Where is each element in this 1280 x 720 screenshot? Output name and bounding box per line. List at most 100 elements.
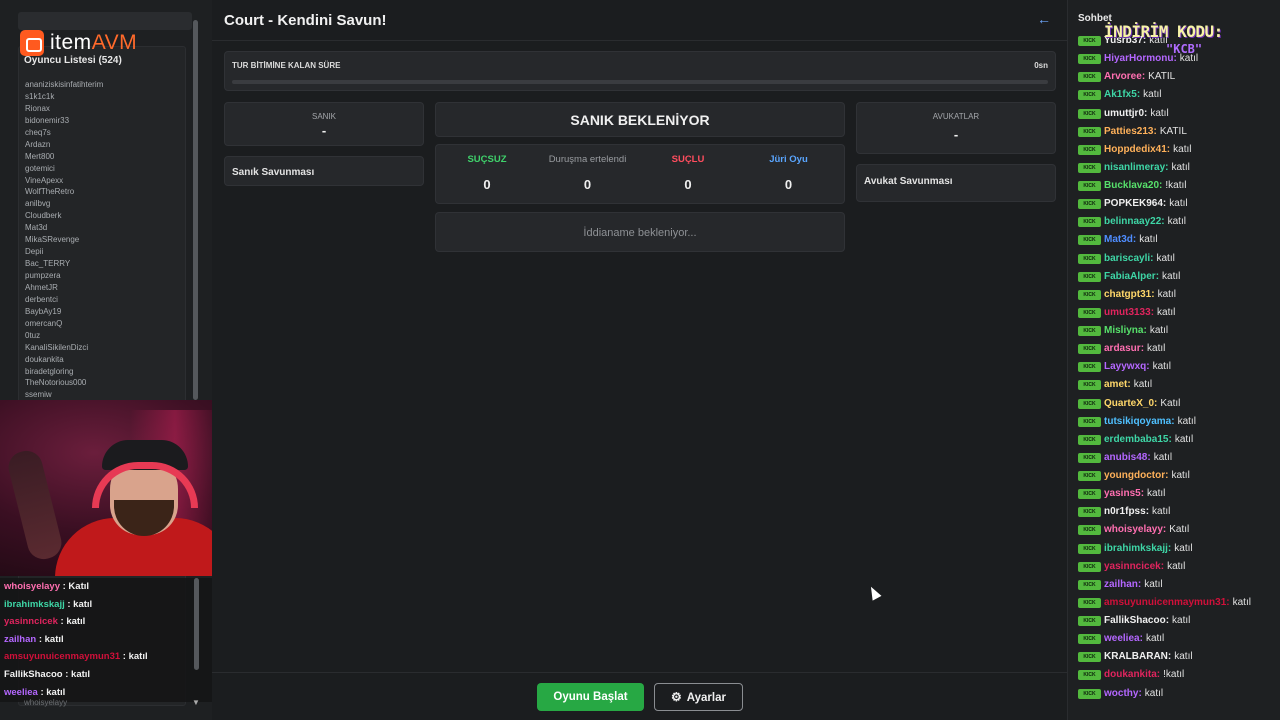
chat-username[interactable]: ardasur: [1104, 340, 1141, 358]
player-list-item[interactable]: Mert800: [25, 151, 103, 163]
chat-username[interactable]: FallikShacoo: [1104, 612, 1166, 630]
overlay-chat-message: : katıl: [64, 598, 93, 610]
chat-username[interactable]: nisanlimeray: [1104, 159, 1165, 177]
chat-message: KICK POPKEK964: katıl: [1078, 195, 1251, 213]
player-list-item[interactable]: cheq7s: [25, 127, 103, 139]
player-list-item[interactable]: VineApexx: [25, 175, 103, 187]
back-arrow-icon[interactable]: ←: [1037, 11, 1051, 27]
chat-username[interactable]: Hoppdedix41: [1104, 141, 1167, 159]
player-list-item[interactable]: Depii: [25, 246, 103, 258]
defendant-label: SANIK: [311, 112, 336, 121]
player-list-item[interactable]: TheNotorious000: [25, 377, 103, 389]
chat-username[interactable]: amet: [1104, 376, 1127, 394]
chat-username[interactable]: KRALBARAN: [1104, 648, 1168, 666]
chat-username[interactable]: erdembaba15: [1104, 431, 1168, 449]
chat-colon: :: [1161, 216, 1165, 228]
player-list-item[interactable]: derbentci: [25, 294, 103, 306]
overlay-scrollbar[interactable]: [194, 578, 199, 670]
player-list-scrollbar[interactable]: [193, 20, 198, 400]
chat-username[interactable]: youngdoctor: [1104, 467, 1165, 485]
overlay-chat-message: : katıl: [36, 633, 64, 645]
kick-badge-icon: KICK: [1078, 398, 1101, 409]
player-list-item[interactable]: ananiziskisinfatihterim: [25, 79, 103, 91]
chat-message: KICK Layywxq: katıl: [1078, 358, 1251, 376]
chat-colon: :: [1167, 542, 1172, 554]
overlay-chat-row: amsuyunuicenmaymun31 : katıl: [4, 651, 148, 662]
chat-username[interactable]: weeliea: [1104, 630, 1140, 648]
overlay-chat-message: : katıl: [37, 686, 66, 698]
chat-message: KICK bariscayli: katıl: [1078, 250, 1251, 268]
chat-username[interactable]: tutsikiqoyama: [1104, 413, 1171, 431]
chat-username[interactable]: Patties213: [1104, 123, 1153, 141]
chat-username[interactable]: Layywxq: [1104, 358, 1146, 376]
chat-username[interactable]: bariscayli: [1104, 250, 1150, 268]
overlay-chat-row: yasinncicek : katıl: [4, 616, 85, 627]
kick-badge-icon: KICK: [1078, 253, 1101, 264]
kick-badge-icon: KICK: [1078, 416, 1101, 427]
chat-username[interactable]: amsuyunuicenmaymun31: [1104, 594, 1226, 612]
player-list-item[interactable]: 0tuz: [25, 330, 103, 342]
chat-username[interactable]: FabiaAlper: [1104, 268, 1156, 286]
kick-badge-icon: KICK: [1078, 688, 1101, 699]
chat-username[interactable]: zailhan: [1104, 576, 1138, 594]
player-list-item[interactable]: Rionax: [25, 103, 103, 115]
player-list-item[interactable]: Bac_TERRY: [25, 258, 103, 270]
player-list-item[interactable]: omercanQ: [25, 318, 103, 330]
chat-username[interactable]: whoisyelayy: [1104, 521, 1163, 539]
chat-username[interactable]: Ak1fx5: [1104, 86, 1137, 104]
chat-username[interactable]: QuarteX_0: [1104, 395, 1154, 413]
chat-username[interactable]: anubis48: [1104, 449, 1147, 467]
chat-username[interactable]: ibrahimkskajj: [1104, 540, 1168, 558]
chat-username[interactable]: doukankita: [1104, 666, 1157, 684]
player-list-item[interactable]: WolfTheRetro: [25, 186, 103, 198]
kick-badge-icon: KICK: [1078, 54, 1101, 65]
settings-button[interactable]: ⚙ Ayarlar: [654, 683, 743, 711]
overlay-chat-message: : katıl: [62, 669, 91, 680]
player-list-item[interactable]: Cloudberk: [25, 210, 103, 222]
player-list-item[interactable]: KanaliSikilenDizci: [25, 342, 103, 354]
chat-colon: :: [1150, 306, 1155, 318]
player-list-item[interactable]: anilbvg: [25, 198, 103, 210]
player-list-item[interactable]: MikaSRevenge: [25, 234, 103, 246]
chat-username[interactable]: umut3133: [1104, 304, 1151, 322]
overlay-chat-user: weeliea: [4, 686, 38, 698]
overlay-chat-row: weeliea : katıl: [4, 687, 65, 698]
player-list-item[interactable]: Mat3d: [25, 222, 103, 234]
chat-username[interactable]: yasinncicek: [1104, 558, 1161, 576]
kick-badge-icon: KICK: [1078, 507, 1101, 518]
player-list-item[interactable]: biradetgloring: [25, 366, 103, 378]
chat-username[interactable]: HiyarHormonu: [1104, 50, 1173, 68]
lawyers-label: AVUKATLAR: [932, 112, 980, 121]
chat-colon: :: [1137, 578, 1142, 590]
chat-colon: :: [1151, 288, 1155, 300]
chat-username[interactable]: Mat3d: [1104, 231, 1133, 249]
player-list-item[interactable]: doukankita: [25, 354, 103, 366]
chat-username[interactable]: POPKEK964: [1104, 195, 1163, 213]
player-list-item[interactable]: Ardazn: [25, 139, 103, 151]
player-list-item[interactable]: gotemici: [25, 163, 103, 175]
chat-message: KICK zailhan: katıl: [1078, 576, 1251, 594]
start-game-button[interactable]: Oyunu Başlat: [537, 683, 644, 711]
chat-username[interactable]: wocthy: [1104, 685, 1138, 703]
vote-column: SUÇSUZ 0: [436, 145, 538, 205]
kick-badge-icon: KICK: [1078, 108, 1101, 119]
chat-message: KICK ardasur: katıl: [1078, 340, 1251, 358]
chat-colon: :: [1160, 560, 1165, 572]
chat-username[interactable]: belinnaay22: [1104, 213, 1161, 231]
chat-username[interactable]: Misliyna: [1104, 322, 1143, 340]
chat-username[interactable]: Arvoree: [1104, 68, 1142, 86]
player-list-item[interactable]: s1k1c1k: [25, 91, 103, 103]
player-list-item[interactable]: bidonemir33: [25, 115, 103, 127]
chevron-down-icon[interactable]: ▼: [192, 698, 200, 707]
chat-username[interactable]: chatgpt31: [1104, 286, 1151, 304]
chat-username[interactable]: Bucklava20: [1104, 177, 1159, 195]
chat-username[interactable]: umuttjr0: [1104, 105, 1144, 123]
player-list-item[interactable]: AhmetJR: [25, 282, 103, 294]
player-list-item[interactable]: BaybAy19: [25, 306, 103, 318]
chat-text: KATIL: [1159, 125, 1187, 137]
vote-count: 0: [583, 177, 592, 192]
chat-username[interactable]: yasins5: [1104, 485, 1141, 503]
player-list: ananiziskisinfatihterim s1k1c1k Rionax bido…: [25, 79, 103, 401]
chat-username[interactable]: n0r1fpss: [1104, 503, 1146, 521]
player-list-item[interactable]: pumpzera: [25, 270, 103, 282]
